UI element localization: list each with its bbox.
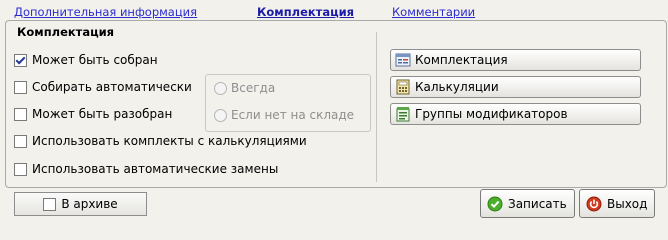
calculations-button[interactable]: Калькуляции (390, 76, 641, 98)
use-auto-replacements-checkbox[interactable] (14, 162, 27, 176)
assemble-auto-option[interactable]: Собирать автоматически (14, 79, 192, 95)
modifier-groups-icon (396, 107, 410, 122)
use-auto-replacements-option[interactable]: Использовать автоматические замены (14, 161, 278, 177)
tab-additional-info[interactable]: Дополнительная информация (14, 5, 197, 19)
assemble-auto-label: Собирать автоматически (32, 80, 192, 94)
archive-toggle[interactable]: В архиве (14, 192, 147, 216)
kit-button-label: Комплектация (415, 53, 508, 67)
can-be-disassembled-label: Может быть разобран (32, 107, 173, 121)
modifier-groups-button-label: Группы модификаторов (415, 107, 568, 121)
radio-always-label: Всегда (231, 81, 276, 95)
assemble-auto-checkbox[interactable] (14, 80, 27, 94)
group-title: Комплектация (14, 25, 118, 39)
power-icon (586, 196, 602, 211)
use-kits-with-calc-checkbox[interactable] (14, 134, 27, 148)
use-kits-with-calc-label: Использовать комплекты с калькуляциями (32, 134, 307, 148)
radio-if-not-in-stock-button[interactable] (214, 108, 227, 122)
use-kits-with-calc-option[interactable]: Использовать комплекты с калькуляциями (14, 133, 307, 149)
can-be-disassembled-checkbox[interactable] (14, 107, 27, 121)
exit-button[interactable]: Выход (579, 189, 655, 218)
radio-always[interactable]: Всегда (214, 81, 275, 95)
use-auto-replacements-label: Использовать автоматические замены (32, 162, 279, 176)
can-be-assembled-label: Может быть собран (32, 53, 158, 67)
kit-list-icon (395, 53, 411, 67)
archive-label: В архиве (61, 197, 118, 211)
radio-always-button[interactable] (214, 81, 227, 95)
can-be-assembled-option[interactable]: Может быть собран (14, 52, 158, 68)
calculator-icon (396, 79, 410, 95)
can-be-disassembled-option[interactable]: Может быть разобран (14, 106, 172, 122)
check-icon (487, 196, 503, 211)
assemble-mode-group: Всегда Если нет на складе (205, 74, 371, 132)
kit-button[interactable]: Комплектация (390, 49, 641, 71)
save-button[interactable]: Записать (480, 189, 575, 218)
save-button-label: Записать (508, 196, 567, 211)
archive-checkbox[interactable] (43, 197, 57, 211)
modifier-groups-button[interactable]: Группы модификаторов (390, 103, 641, 125)
radio-if-not-in-stock[interactable]: Если нет на складе (214, 108, 354, 122)
exit-button-label: Выход (607, 196, 648, 211)
calculations-button-label: Калькуляции (415, 80, 499, 94)
radio-if-not-in-stock-label: Если нет на складе (231, 108, 355, 122)
tab-kit[interactable]: Комплектация (257, 5, 354, 19)
can-be-assembled-checkbox[interactable] (14, 53, 27, 67)
panel-divider (376, 32, 377, 182)
tab-comments[interactable]: Комментарии (392, 5, 475, 19)
